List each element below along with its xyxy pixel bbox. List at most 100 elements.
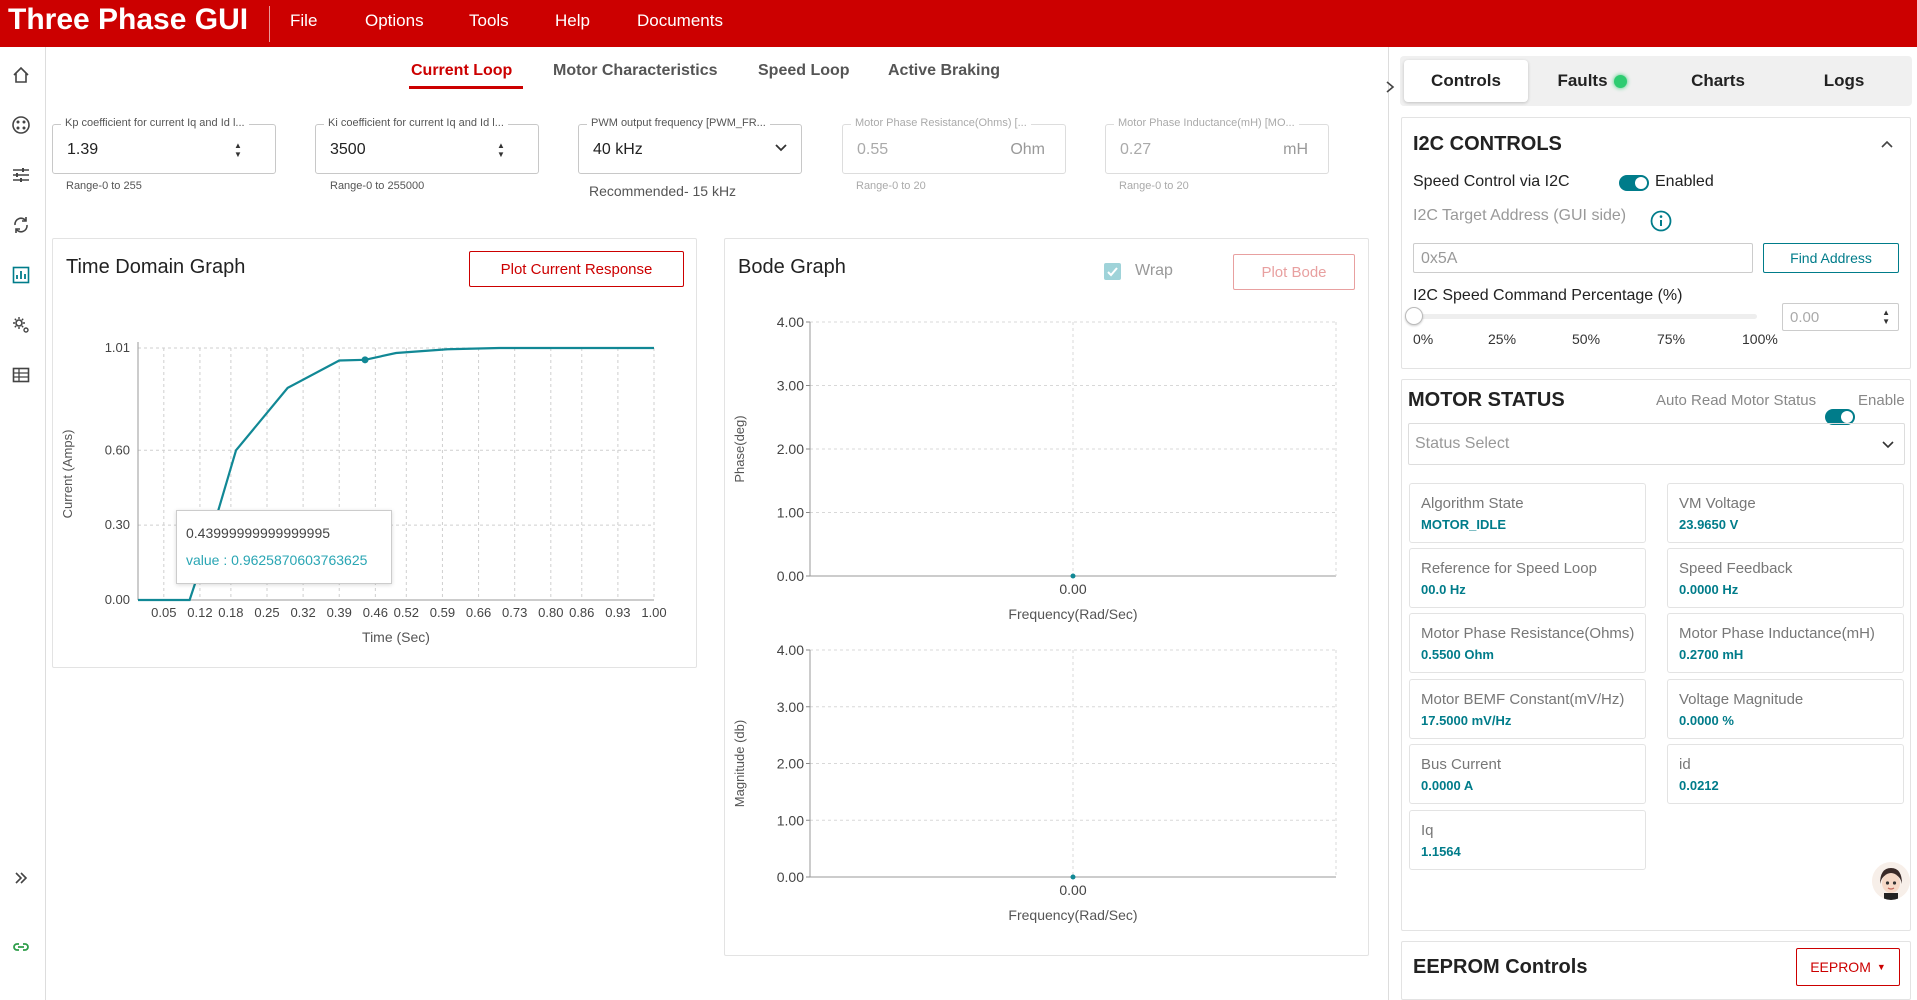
status-card-iq: Iq 1.1564 [1409,810,1646,870]
speed-control-state: Enabled [1655,173,1714,190]
table-icon[interactable] [8,362,34,388]
x-tick-label: 0.66 [466,605,491,620]
status-card-bus-current: Bus Current 0.0000 A [1409,744,1646,804]
eeprom-button[interactable]: EEPROM ▼ [1796,948,1900,986]
tab-current-loop[interactable]: Current Loop [411,62,512,80]
plot-current-response-button[interactable]: Plot Current Response [469,251,684,287]
menu-documents[interactable]: Documents [637,11,723,31]
auto-read-label: Auto Read Motor Status [1656,392,1817,409]
tab-logs[interactable]: Logs [1782,56,1906,106]
speed-slider-thumb[interactable] [1405,307,1423,325]
wrap-checkbox[interactable] [1104,263,1121,280]
tab-faults[interactable]: Faults [1530,56,1654,106]
resistance-label: Motor Phase Resistance(Ohms) [... [851,117,1031,129]
collapse-panel-icon[interactable] [1383,80,1397,94]
palette-icon[interactable] [8,112,34,138]
sync-icon[interactable] [8,212,34,238]
kp-label: Kp coefficient for current Iq and Id l..… [61,117,249,129]
pwm-select[interactable]: PWM output frequency [PWM_FR... 40 kHz [578,117,802,174]
y-tick-label: 1.00 [777,505,804,521]
y-tick-label: 3.00 [777,378,804,394]
slider-tick-0: 0% [1413,331,1434,347]
target-address-label: I2C Target Address (GUI side) [1413,207,1627,224]
x-tick-label: 0.32 [290,605,315,620]
ki-value[interactable]: 3500 [330,141,366,159]
kp-field[interactable]: Kp coefficient for current Iq and Id l..… [52,117,276,174]
chevron-up-icon[interactable] [1880,137,1894,156]
status-card-voltage-magnitude: Voltage Magnitude 0.0000 % [1667,679,1904,739]
motor-status-title: MOTOR STATUS [1408,389,1565,411]
resistance-value: 0.55 [857,141,889,158]
address-input[interactable]: 0x5A [1413,243,1753,273]
eeprom-button-label: EEPROM [1810,959,1871,975]
i2c-title: I2C CONTROLS [1413,133,1562,155]
speed-pct-stepper-icon[interactable]: ▲ ▼ [1882,308,1890,326]
assistant-avatar[interactable] [1872,862,1910,900]
x-axis-title: Frequency(Rad/Sec) [1008,907,1137,923]
tooltip-value: value : 0.9625870603763625 [186,552,368,568]
x-tick-label: 0.05 [151,605,176,620]
y-tick-label: 0.00 [777,568,804,584]
resistance-field: Motor Phase Resistance(Ohms) [... 0.55 O… [842,117,1066,174]
ki-label: Ki coefficient for current Iq and Id l..… [324,117,508,129]
inductance-value: 0.27 [1120,141,1152,158]
home-icon[interactable] [8,62,34,88]
tooltip-x: 0.43999999999999995 [186,525,331,541]
x-tick-label: 0.73 [502,605,527,620]
top-bar [0,0,1917,47]
y-tick-label: 4.00 [777,642,804,658]
ki-stepper-icon[interactable]: ▲ ▼ [496,140,506,160]
settings-gear-icon[interactable] [8,312,34,338]
address-placeholder: 0x5A [1421,250,1458,267]
pwm-value[interactable]: 40 kHz [593,141,643,159]
kp-stepper-icon[interactable]: ▲ ▼ [233,140,243,160]
menu-file[interactable]: File [290,11,317,31]
tab-charts[interactable]: Charts [1656,56,1780,106]
menu-options[interactable]: Options [365,11,424,31]
link-icon[interactable] [8,934,34,960]
x-axis-title: Frequency(Rad/Sec) [1008,606,1137,622]
x-tick-label: 0.46 [363,605,388,620]
y-tick-label: 0.00 [777,869,804,885]
tab-motor-characteristics[interactable]: Motor Characteristics [553,62,718,80]
y-tick-label: 3.00 [777,699,804,715]
speed-pct-value: 0.00 [1790,309,1820,326]
tab-controls[interactable]: Controls [1404,60,1528,102]
status-chevron-down-icon[interactable] [1880,436,1896,457]
tab-active-braking[interactable]: Active Braking [888,62,1000,80]
plot-bode-button[interactable]: Plot Bode [1233,254,1355,290]
data-point [1070,874,1076,880]
magnitude-chart: 0.00 1.00 2.00 3.00 4.00 0.00 Frequency(Rad/Se… [732,642,1337,923]
find-address-button[interactable]: Find Address [1763,243,1899,273]
fault-status-icon [1613,74,1627,88]
resistance-unit: Ohm [1010,141,1045,158]
status-card-id: id 0.0212 [1667,744,1904,804]
menu-tools[interactable]: Tools [469,11,509,31]
right-panel-tabs: Controls Faults Charts Logs [1400,56,1912,106]
tab-speed-loop[interactable]: Speed Loop [758,62,850,80]
kp-helper: Range-0 to 255 [66,180,142,192]
y-tick-label: 1.01 [105,340,130,355]
menu-help[interactable]: Help [555,11,590,31]
status-select[interactable]: Status Select [1408,423,1905,465]
status-card-vm-voltage: VM Voltage 23.9650 V [1667,483,1904,543]
app-title: Three Phase GUI [8,3,249,36]
tune-icon[interactable] [8,162,34,188]
active-tab-indicator [409,86,523,89]
status-card-bemf-constant: Motor BEMF Constant(mV/Hz) 17.5000 mV/Hz [1409,679,1646,739]
speed-pct-input[interactable]: 0.00 ▲ ▼ [1782,303,1899,331]
expand-icon[interactable] [8,865,34,891]
x-tick-label: 0.80 [538,605,563,620]
chevron-down-icon[interactable] [773,139,789,160]
speed-pct-label: I2C Speed Command Percentage (%) [1413,287,1683,304]
time-domain-chart: 0.05 0.12 0.18 0.25 0.32 0.39 0.46 0.52 0.59 0.66… [60,340,667,645]
ki-field[interactable]: Ki coefficient for current Iq and Id l..… [315,117,539,174]
y-tick-label: 0.30 [105,517,130,532]
y-tick-label: 4.00 [777,314,804,330]
speed-slider-track[interactable] [1413,314,1757,319]
chart-icon[interactable] [8,262,34,288]
info-icon[interactable] [1650,210,1672,237]
kp-value[interactable]: 1.39 [67,141,98,159]
speed-control-toggle[interactable] [1619,175,1649,191]
speed-control-label: Speed Control via I2C [1413,173,1570,190]
